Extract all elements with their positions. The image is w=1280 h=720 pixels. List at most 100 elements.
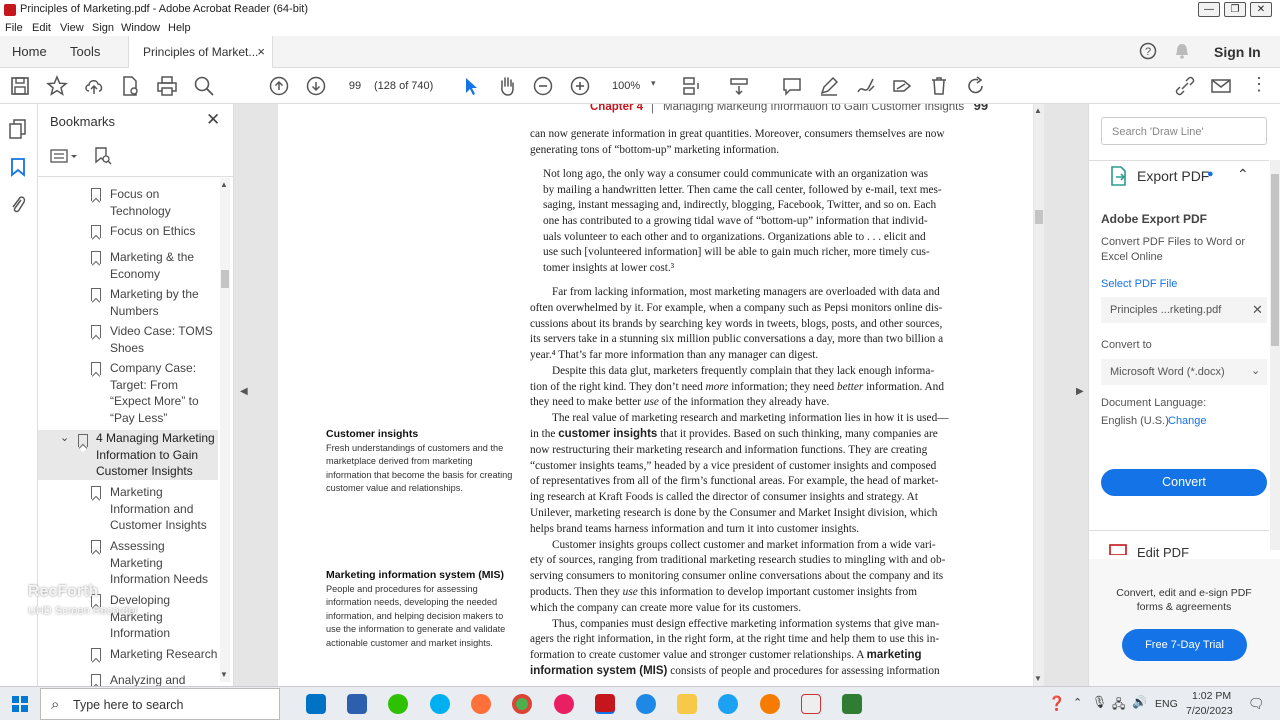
menu-edit[interactable]: Edit	[32, 22, 51, 34]
mic-icon[interactable]: 🎙	[1092, 695, 1107, 709]
clock-date[interactable]: 7/20/2023	[1186, 705, 1233, 717]
menu-view[interactable]: View	[60, 22, 84, 34]
collapse-chevron-icon[interactable]: ⌃	[1237, 166, 1249, 183]
doc-scroll-up-icon[interactable]: ▲	[1034, 106, 1042, 115]
zoom-in-icon[interactable]	[569, 75, 591, 97]
menu-help[interactable]: Help	[168, 22, 191, 34]
edit-pdf-title[interactable]: Edit PDF	[1137, 545, 1189, 557]
bookmark-subitem[interactable]: Marketing Research	[110, 646, 233, 663]
attachment-icon[interactable]	[9, 194, 27, 216]
export-pdf-title[interactable]: Export PDF	[1137, 168, 1209, 184]
remove-file-icon[interactable]: ✕	[1252, 302, 1263, 318]
draw-icon[interactable]	[855, 75, 877, 97]
doc-scroll-down-icon[interactable]: ▼	[1034, 674, 1042, 683]
sign-in-button[interactable]: Sign In	[1214, 44, 1261, 60]
change-language-link[interactable]: Change	[1168, 415, 1207, 427]
minimize-button[interactable]: —	[1198, 2, 1220, 17]
next-page-icon[interactable]	[305, 75, 327, 97]
menu-sign[interactable]: Sign	[92, 22, 114, 34]
skype-app-icon[interactable]	[430, 694, 450, 714]
search-zoom-icon[interactable]	[193, 75, 215, 97]
star-icon[interactable]	[46, 75, 68, 97]
page-number-input[interactable]: 99	[342, 76, 368, 96]
bookmark-panel-icon[interactable]	[10, 157, 26, 177]
wechat-app-icon[interactable]	[388, 694, 408, 714]
previous-page-icon[interactable]	[268, 75, 290, 97]
input-language[interactable]: ENG	[1155, 698, 1178, 710]
chrome-app-icon[interactable]	[512, 694, 532, 714]
tab-document[interactable]: Principles of Market... ×	[128, 36, 273, 68]
bookmark-item[interactable]: Marketing & the Economy	[110, 249, 233, 282]
utility-app-icon[interactable]	[801, 694, 821, 714]
store-app-icon[interactable]	[347, 694, 367, 714]
delete-icon[interactable]	[928, 75, 950, 97]
bookmark-chapter-4[interactable]: 4 Managing Marketing Information to Gain C…	[96, 430, 220, 480]
bookmark-subitem[interactable]: Analyzing and	[110, 672, 233, 686]
sign-tag-icon[interactable]	[891, 75, 913, 97]
bookmark-options-icon[interactable]	[50, 148, 80, 164]
zoom-level-dropdown[interactable]: 100%	[612, 80, 640, 92]
tab-tools[interactable]: Tools	[70, 44, 100, 59]
chapter-expand-chevron-icon[interactable]: ⌄	[60, 431, 69, 444]
volume-icon[interactable]: 🔊	[1132, 695, 1147, 709]
tray-expand-icon[interactable]: ⌃	[1073, 696, 1082, 709]
email-icon[interactable]	[1210, 75, 1232, 97]
network-icon[interactable]: 🖧	[1112, 695, 1125, 716]
print-icon[interactable]	[156, 75, 178, 97]
bookmark-subitem[interactable]: Assessing Marketing Information Needs	[110, 538, 233, 588]
mail-app-icon[interactable]	[306, 694, 326, 714]
bookmark-item[interactable]: Company Case: Target: From “Expect More” t…	[110, 360, 233, 426]
zoom-chevron-icon[interactable]: ▾	[651, 78, 656, 89]
menu-file[interactable]: File	[5, 22, 23, 34]
browser-app-icon[interactable]	[636, 694, 656, 714]
document-share-icon[interactable]	[119, 75, 141, 97]
format-select[interactable]: Microsoft Word (*.docx) ⌄	[1101, 359, 1267, 385]
recorder-app-icon[interactable]	[554, 694, 574, 714]
collapse-right-icon[interactable]: ▶	[1076, 386, 1084, 397]
game-app-icon[interactable]	[842, 694, 862, 714]
highlight-pen-icon[interactable]	[818, 75, 840, 97]
close-window-button[interactable]: ✕	[1250, 2, 1272, 17]
notifications-icon[interactable]: 🗨	[1248, 696, 1265, 712]
maximize-button[interactable]: ❐	[1224, 2, 1246, 17]
zoom-out-icon[interactable]	[532, 75, 554, 97]
cloud-upload-icon[interactable]	[83, 75, 105, 97]
scroll-mode-icon[interactable]	[728, 75, 750, 97]
free-trial-button[interactable]: Free 7-Day Trial	[1122, 629, 1247, 661]
help-tray-icon[interactable]: ❓	[1048, 695, 1065, 712]
close-panel-icon[interactable]: ✕	[206, 110, 220, 130]
pages-thumbnail-icon[interactable]	[8, 118, 28, 140]
tab-close-icon[interactable]: ×	[257, 44, 265, 59]
right-panel-scroll-thumb[interactable]	[1271, 174, 1279, 346]
selected-file-field[interactable]: Principles ...rketing.pdf ✕	[1101, 297, 1267, 323]
bookmark-item[interactable]: Marketing by the Numbers	[110, 286, 233, 319]
bookmark-item[interactable]: Focus on Technology	[110, 186, 233, 219]
select-cursor-icon[interactable]	[460, 75, 482, 97]
bell-icon[interactable]	[1173, 42, 1191, 60]
file-explorer-icon[interactable]	[677, 694, 697, 714]
help-icon[interactable]: ?	[1139, 42, 1157, 60]
acrobat-taskbar-icon[interactable]	[595, 694, 615, 714]
document-scroll-thumb[interactable]	[1035, 210, 1043, 224]
hand-tool-icon[interactable]	[496, 75, 518, 97]
convert-button[interactable]: Convert	[1101, 469, 1267, 496]
bookmark-subitem[interactable]: Marketing Information and Customer Insight…	[110, 484, 233, 534]
bookmark-item[interactable]: Focus on Ethics	[110, 223, 233, 240]
vlc-app-icon[interactable]	[760, 694, 780, 714]
link-icon[interactable]	[1174, 75, 1196, 97]
firefox-app-icon[interactable]	[471, 694, 491, 714]
collapse-left-icon[interactable]: ◀	[240, 386, 248, 397]
tab-home[interactable]: Home	[12, 44, 47, 59]
bookmark-item[interactable]: Video Case: TOMS Shoes	[110, 323, 233, 356]
find-bookmark-icon[interactable]	[94, 146, 112, 166]
edge-app-icon[interactable]	[718, 694, 738, 714]
redo-icon[interactable]	[965, 75, 987, 97]
select-file-label[interactable]: Select PDF File	[1101, 278, 1177, 290]
comment-icon[interactable]	[781, 75, 803, 97]
taskbar-search-box[interactable]: ⌕ Type here to search	[40, 688, 280, 720]
tool-search-input[interactable]: Search 'Draw Line'	[1101, 117, 1267, 145]
clock-time[interactable]: 1:02 PM	[1192, 690, 1231, 702]
windows-start-icon[interactable]	[12, 696, 28, 712]
save-icon[interactable]	[9, 75, 31, 97]
document-scrollbar[interactable]	[1034, 104, 1044, 686]
